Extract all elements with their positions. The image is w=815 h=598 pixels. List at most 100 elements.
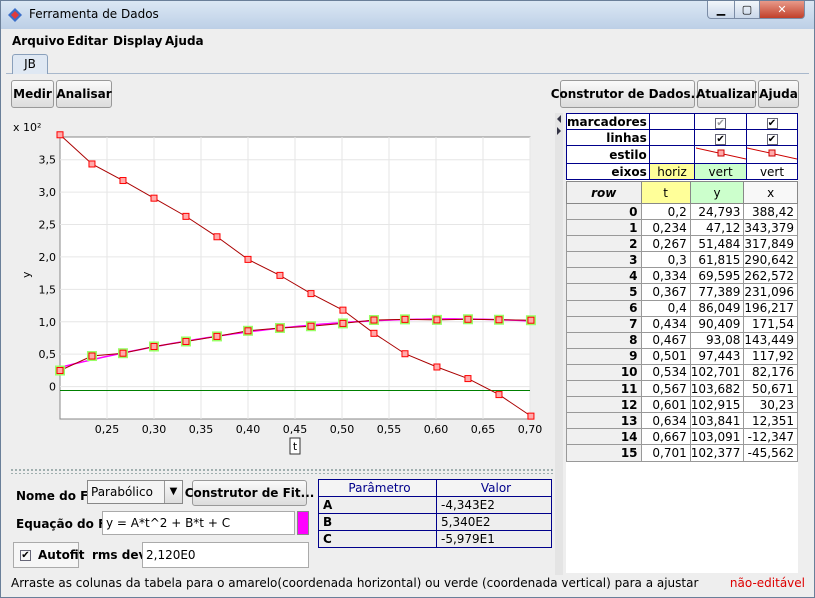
- x-cell[interactable]: 82,176: [743, 363, 798, 382]
- axis-x-cell[interactable]: vert: [746, 163, 798, 180]
- x-cell[interactable]: 388,42: [743, 202, 798, 221]
- menu-display[interactable]: Display: [113, 34, 162, 48]
- header-y[interactable]: y: [689, 181, 745, 204]
- table-row[interactable]: 7 0,434 90,409 171,54: [566, 315, 798, 333]
- table-row[interactable]: 5 0,367 77,389 231,096: [566, 283, 798, 301]
- lines-y-checkbox[interactable]: ✔: [715, 133, 727, 145]
- t-cell[interactable]: 0,534: [640, 363, 691, 382]
- table-row[interactable]: 3 0,3 61,815 290,642: [566, 251, 798, 269]
- row-index-cell[interactable]: 11: [566, 380, 642, 398]
- y-cell[interactable]: 103,841: [689, 412, 745, 430]
- table-row[interactable]: C -5,979E1: [318, 530, 552, 548]
- x-cell[interactable]: 143,449: [743, 331, 798, 349]
- data-plot[interactable]: 0,25 0,30 0,35 0,40 0,45 0,50 0,55 0,60 0,65 0,70…: [10, 113, 553, 468]
- t-cell[interactable]: 0,3: [640, 251, 691, 269]
- fit-name-select[interactable]: Parabólico ▼: [87, 480, 183, 504]
- y-cell[interactable]: 51,484: [689, 235, 745, 253]
- t-cell[interactable]: 0,634: [640, 412, 691, 430]
- autofit-toggle[interactable]: ✔ Autofit: [13, 542, 84, 568]
- row-index-cell[interactable]: 5: [566, 283, 642, 301]
- row-index-cell[interactable]: 6: [566, 299, 642, 317]
- y-cell[interactable]: 47,12: [689, 219, 745, 237]
- header-x[interactable]: x: [743, 181, 798, 204]
- table-row[interactable]: 0 0,2 24,793 388,42: [566, 202, 798, 221]
- display-properties-table[interactable]: marcadores ✔ ✔ linhas ✔ ✔ estilo eixos h…: [566, 113, 798, 180]
- x-cell[interactable]: 196,217: [743, 299, 798, 317]
- row-index-cell[interactable]: 10: [566, 363, 642, 382]
- row-index-cell[interactable]: 8: [566, 331, 642, 349]
- row-index-cell[interactable]: 4: [566, 267, 642, 285]
- row-index-cell[interactable]: 7: [566, 315, 642, 333]
- row-index-cell[interactable]: 9: [566, 347, 642, 365]
- y-cell[interactable]: 97,443: [689, 347, 745, 365]
- table-row[interactable]: 9 0,501 97,443 117,92: [566, 347, 798, 365]
- axis-y-cell[interactable]: vert: [694, 163, 747, 180]
- t-cell[interactable]: 0,234: [640, 219, 691, 237]
- plot-panel[interactable]: 0,25 0,30 0,35 0,40 0,45 0,50 0,55 0,60 0,65 0,70…: [10, 113, 553, 468]
- x-cell[interactable]: 117,92: [743, 347, 798, 365]
- y-cell[interactable]: 86,049: [689, 299, 745, 317]
- table-row[interactable]: 14 0,667 103,091 -12,347: [566, 428, 798, 446]
- table-row[interactable]: 10 0,534 102,701 82,176: [566, 363, 798, 382]
- table-row[interactable]: 11 0,567 103,682 50,671: [566, 380, 798, 398]
- t-cell[interactable]: 0,467: [640, 331, 691, 349]
- parameter-table[interactable]: Parâmetro Valor A -4,343E2 B 5,340E2 C -…: [318, 479, 552, 548]
- t-cell[interactable]: 0,701: [640, 444, 691, 462]
- x-cell[interactable]: 30,23: [743, 396, 798, 414]
- param-value[interactable]: 5,340E2: [436, 513, 552, 531]
- markers-y-checkbox[interactable]: ✔: [715, 117, 727, 129]
- table-row[interactable]: 6 0,4 86,049 196,217: [566, 299, 798, 317]
- table-row[interactable]: B 5,340E2: [318, 513, 552, 531]
- row-index-cell[interactable]: 1: [566, 219, 642, 237]
- tab-jb[interactable]: JB: [12, 54, 48, 74]
- table-row[interactable]: 13 0,634 103,841 12,351: [566, 412, 798, 430]
- t-cell[interactable]: 0,267: [640, 235, 691, 253]
- menu-ajuda[interactable]: Ajuda: [165, 34, 204, 48]
- row-index-cell[interactable]: 13: [566, 412, 642, 430]
- horizontal-splitter[interactable]: [10, 468, 553, 474]
- x-cell[interactable]: 290,642: [743, 251, 798, 269]
- row-index-cell[interactable]: 14: [566, 428, 642, 446]
- y-cell[interactable]: 102,701: [689, 363, 745, 382]
- table-row[interactable]: 8 0,467 93,08 143,449: [566, 331, 798, 349]
- y-cell[interactable]: 61,815: [689, 251, 745, 269]
- t-cell[interactable]: 0,4: [640, 299, 691, 317]
- fit-builder-button[interactable]: Construtor de Fit...: [185, 480, 314, 506]
- menu-editar[interactable]: Editar: [67, 34, 108, 48]
- axis-t-cell[interactable]: horiz: [648, 163, 696, 180]
- lines-x-checkbox[interactable]: ✔: [766, 133, 778, 145]
- table-row[interactable]: 1 0,234 47,12 343,379: [566, 219, 798, 237]
- t-cell[interactable]: 0,2: [640, 202, 691, 221]
- t-cell[interactable]: 0,501: [640, 347, 691, 365]
- maximize-button[interactable]: ▢: [734, 1, 760, 19]
- t-cell[interactable]: 0,567: [640, 380, 691, 398]
- x-cell[interactable]: 50,671: [743, 380, 798, 398]
- vertical-splitter[interactable]: [555, 113, 563, 575]
- measure-button[interactable]: Medir: [11, 80, 54, 108]
- style-x-swatch[interactable]: [746, 145, 798, 164]
- fit-color-swatch[interactable]: [297, 511, 309, 535]
- minimize-button[interactable]: ▁: [707, 1, 735, 19]
- row-index-cell[interactable]: 0: [566, 202, 642, 221]
- close-button[interactable]: ✕: [759, 1, 805, 19]
- table-row[interactable]: 2 0,267 51,484 317,849: [566, 235, 798, 253]
- t-cell[interactable]: 0,367: [640, 283, 691, 301]
- header-t[interactable]: t: [640, 181, 691, 204]
- x-cell[interactable]: 262,572: [743, 267, 798, 285]
- y-cell[interactable]: 102,377: [689, 444, 745, 462]
- table-row[interactable]: A -4,343E2: [318, 496, 552, 514]
- fit-equation-field[interactable]: y = A*t^2 + B*t + C: [102, 511, 295, 535]
- t-cell[interactable]: 0,334: [640, 267, 691, 285]
- x-cell[interactable]: -45,562: [743, 444, 798, 462]
- table-row[interactable]: 4 0,334 69,595 262,572: [566, 267, 798, 285]
- x-cell[interactable]: 317,849: [743, 235, 798, 253]
- table-row[interactable]: 12 0,601 102,915 30,23: [566, 396, 798, 414]
- x-cell[interactable]: -12,347: [743, 428, 798, 446]
- x-cell[interactable]: 231,096: [743, 283, 798, 301]
- data-builder-button[interactable]: Construtor de Dados...: [551, 80, 704, 108]
- y-cell[interactable]: 103,091: [689, 428, 745, 446]
- x-cell[interactable]: 343,379: [743, 219, 798, 237]
- y-cell[interactable]: 90,409: [689, 315, 745, 333]
- style-y-swatch[interactable]: [694, 145, 747, 164]
- y-cell[interactable]: 24,793: [689, 202, 745, 221]
